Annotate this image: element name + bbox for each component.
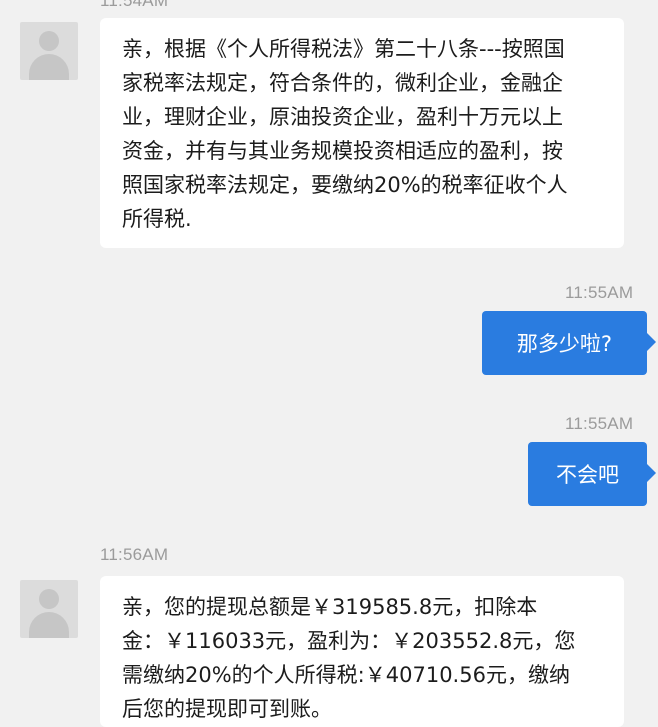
avatar[interactable] bbox=[20, 22, 78, 80]
message-line: 亲，您的提现总额是￥319585.8元，扣除本 bbox=[122, 595, 538, 619]
message-bubble[interactable]: 那多少啦? bbox=[482, 311, 656, 375]
message-line: 家税率法规定，符合条件的，微利企业，金融企 bbox=[122, 71, 563, 95]
chat-screen: { "colors": { "background": "#f1f1f1", "… bbox=[0, 0, 658, 727]
message-line: 需缴纳20%的个人所得税:￥40710.56元，缴纳 bbox=[122, 663, 570, 687]
timestamp: 11:55AM bbox=[565, 283, 634, 302]
timestamp: 11:55AM bbox=[565, 414, 634, 433]
timestamp: 11:56AM bbox=[100, 545, 169, 564]
avatar[interactable] bbox=[20, 580, 78, 638]
avatar-torso-shape bbox=[29, 612, 69, 638]
message-line: 照国家税率法规定，要缴纳20%的税率征收个人 bbox=[122, 173, 568, 197]
message-line: 资金，并有与其业务规模投资相适应的盈利，按 bbox=[122, 139, 563, 163]
avatar-head-shape bbox=[39, 31, 59, 51]
message-line: 所得税. bbox=[122, 207, 192, 231]
message-text: 那多少啦? bbox=[516, 332, 613, 356]
timestamp: 11:54AM bbox=[100, 0, 169, 10]
message-bubble[interactable]: 亲，您的提现总额是￥319585.8元，扣除本 金：￥116033元，盈利为：￥… bbox=[100, 576, 624, 727]
message-line: 金：￥116033元，盈利为：￥203552.8元，您 bbox=[122, 629, 576, 653]
message-line: 后您的提现即可到账。 bbox=[122, 697, 332, 721]
message-line: 业，理财企业，原油投资企业，盈利十万元以上 bbox=[122, 105, 563, 129]
message-line: 亲，根据《个人所得税法》第二十八条---按照国 bbox=[122, 37, 565, 61]
message-text: 不会吧 bbox=[556, 463, 619, 487]
avatar-torso-shape bbox=[29, 54, 69, 80]
avatar-head-shape bbox=[39, 589, 59, 609]
message-bubble[interactable]: 不会吧 bbox=[528, 442, 656, 506]
message-bubble[interactable]: 亲，根据《个人所得税法》第二十八条---按照国 家税率法规定，符合条件的，微利企… bbox=[100, 18, 624, 248]
